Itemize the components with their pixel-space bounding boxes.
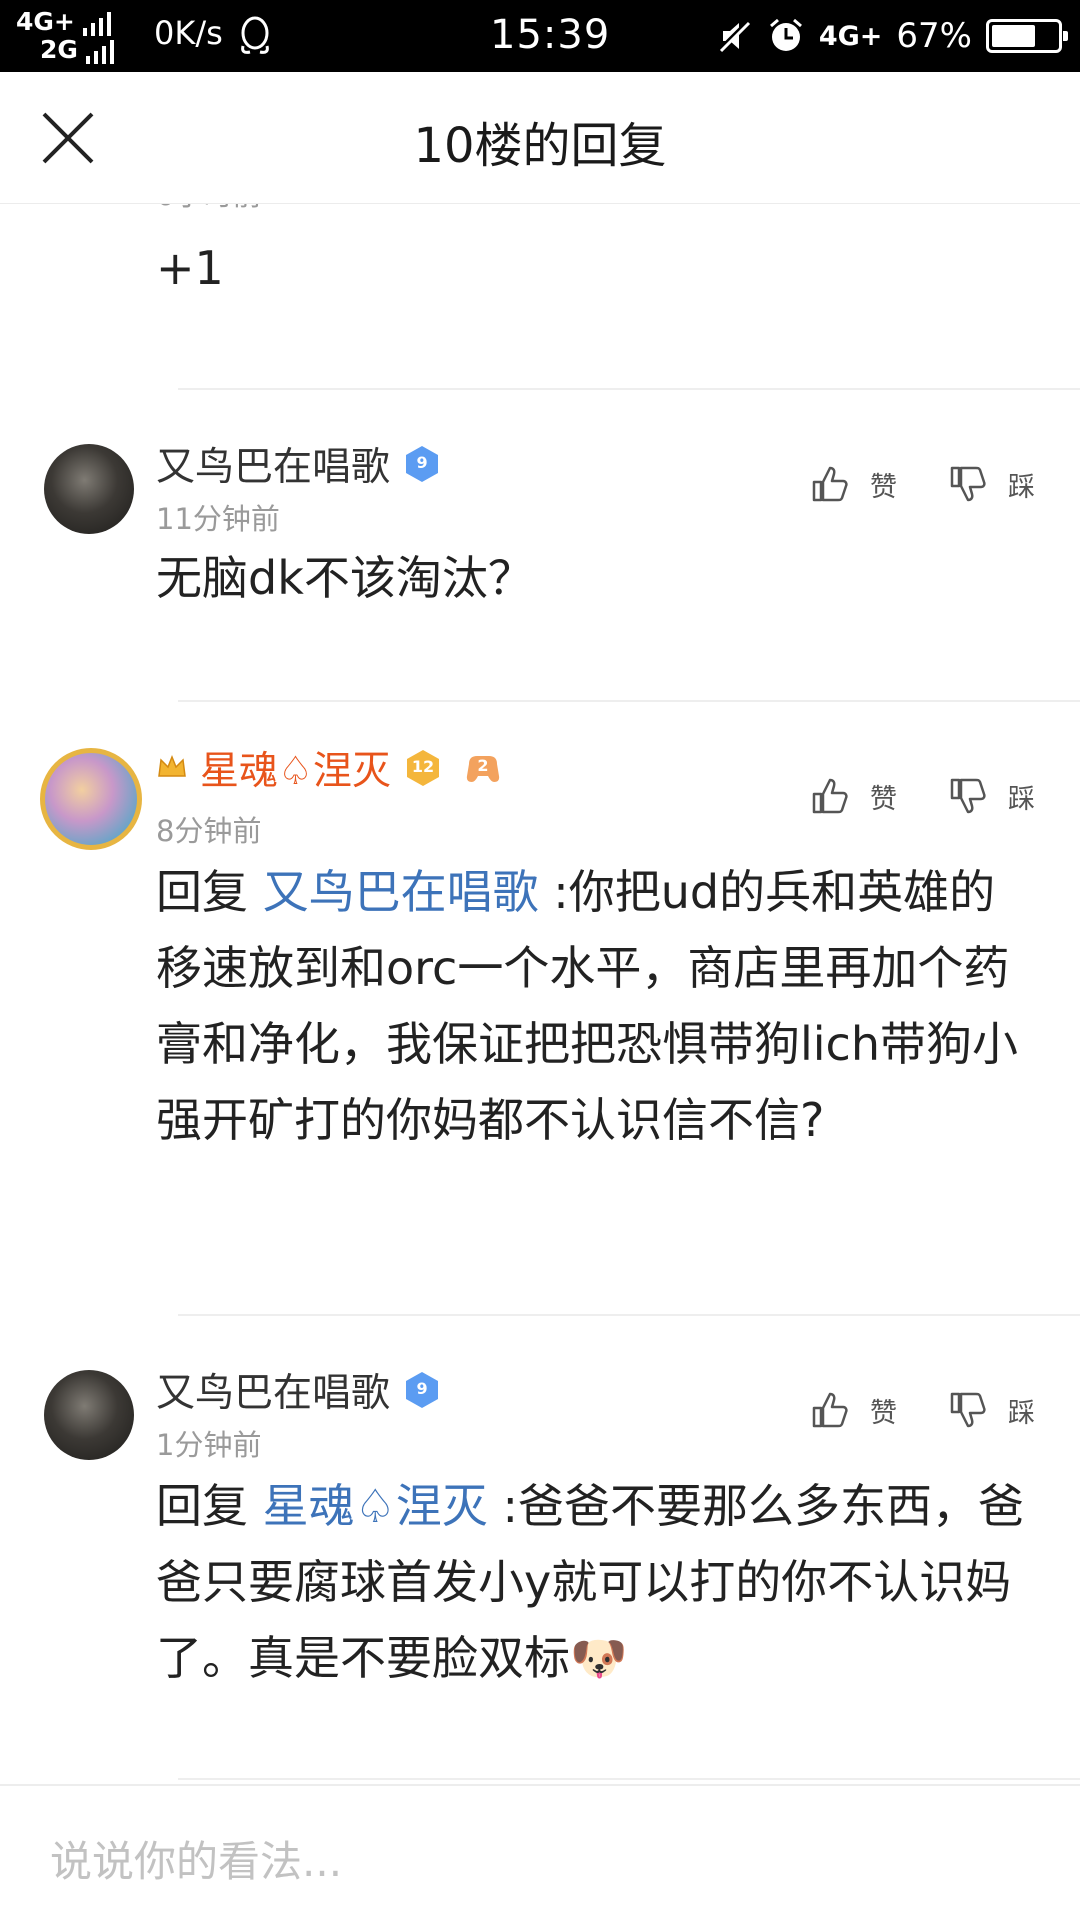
reply-list[interactable]: 6小时前 +1 又鸟巴在唱歌 9 11分钟前 赞 踩 无脑dk不该淘汰？ 星魂 [0, 204, 1080, 1784]
reply-prefix: 回复 [156, 1479, 263, 1533]
page-title: 10楼的回复 [413, 118, 667, 174]
mention-link[interactable]: 星魂♤涅灭 [263, 1479, 488, 1533]
status-icons: 4G+ 67% [715, 14, 1068, 58]
thumb-up-icon [812, 1392, 848, 1428]
level-number: 9 [416, 1379, 428, 1398]
username[interactable]: 又鸟巴在唱歌 [156, 1362, 390, 1418]
like-button[interactable]: 赞 [810, 1390, 897, 1430]
reply-text: 无脑dk不该淘汰？ [156, 551, 534, 605]
dislike-button[interactable]: 踩 [948, 776, 1035, 816]
username[interactable]: 又鸟巴在唱歌 [156, 436, 390, 492]
reply-prefix: 回复 [156, 865, 263, 919]
reply-time: 6小时前 [156, 204, 261, 214]
avatar[interactable] [44, 444, 134, 534]
like-button[interactable]: 赞 [810, 464, 897, 504]
network-type-right: 4G+ [818, 20, 883, 52]
thumb-down-icon [950, 778, 986, 814]
comment-input[interactable]: 说说你的看法... [50, 1828, 342, 1889]
level-number: 9 [416, 453, 428, 472]
like-label: 赞 [870, 783, 897, 815]
reply-item: 又鸟巴在唱歌 9 1分钟前 赞 踩 回复 星魂♤涅灭 :爸爸不要那么多东西，爸爸… [0, 1316, 1080, 1784]
reply-time: 11分钟前 [156, 502, 280, 536]
mute-icon [717, 19, 751, 53]
reply-time: 1分钟前 [156, 1428, 262, 1462]
dislike-button[interactable]: 踩 [948, 464, 1035, 504]
user-row: 星魂♤涅灭 12 2 [156, 740, 503, 796]
reply-time: 8分钟前 [156, 814, 262, 848]
battery-fill [992, 25, 1035, 47]
status-bar: 4G+ 2G 0K/s 15:39 4G+ 67% [0, 0, 1080, 72]
dislike-label: 踩 [1008, 471, 1035, 503]
battery-icon [986, 19, 1068, 53]
signal-bars-icon [82, 12, 111, 36]
level-badge: 12 [403, 748, 443, 788]
level-number: 12 [411, 757, 435, 776]
dislike-button[interactable]: 踩 [948, 1390, 1035, 1430]
user-row: 又鸟巴在唱歌 9 [156, 1362, 442, 1418]
network-speed: 0K/s [154, 14, 223, 52]
thumb-up-icon [812, 466, 848, 502]
crown-icon [158, 754, 186, 777]
thumb-down-icon [950, 1392, 986, 1428]
reply-text: 回复 星魂♤涅灭 :爸爸不要那么多东西，爸爸只要腐球首发小y就可以打的你不认识妈… [156, 1468, 1026, 1696]
network-type-top: 4G+ [16, 7, 75, 36]
divider [178, 1778, 1080, 1780]
reply-text: 回复 又鸟巴在唱歌 :你把ud的兵和英雄的移速放到和orc一个水平，商店里再加个… [156, 854, 1026, 1158]
avatar[interactable] [44, 1370, 134, 1460]
reply-item: 6小时前 +1 [0, 204, 1080, 394]
battery-percent: 67% [896, 16, 972, 56]
level-badge: 9 [402, 1370, 442, 1410]
signal-bars-icon [85, 40, 114, 64]
clock: 15:39 [490, 12, 611, 58]
alarm-icon [769, 18, 802, 51]
network-type-bottom: 2G [40, 35, 78, 64]
thumb-down-icon [950, 466, 986, 502]
reply-item: 星魂♤涅灭 12 2 8分钟前 赞 踩 回复 又鸟巴在唱歌 :你把ud的兵和英雄… [0, 702, 1080, 1342]
badge-number: 2 [477, 756, 489, 775]
dislike-label: 踩 [1008, 783, 1035, 815]
reply-text: +1 [156, 241, 224, 295]
level-badge: 9 [402, 444, 442, 484]
gamepad-badge-icon: 2 [463, 748, 503, 788]
comment-bar: 说说你的看法... [0, 1784, 1080, 1920]
mention-link[interactable]: 又鸟巴在唱歌 [263, 865, 539, 919]
dislike-label: 踩 [1008, 1397, 1035, 1429]
like-label: 赞 [870, 471, 897, 503]
user-row: 又鸟巴在唱歌 9 [156, 436, 442, 492]
network-indicator: 4G+ 2G [16, 8, 136, 68]
like-button[interactable]: 赞 [810, 776, 897, 816]
username[interactable]: 星魂♤涅灭 [200, 740, 391, 796]
qq-penguin-icon [241, 16, 269, 54]
like-label: 赞 [870, 1397, 897, 1429]
avatar[interactable] [40, 748, 142, 850]
thumb-up-icon [812, 778, 848, 814]
header: 10楼的回复 [0, 72, 1080, 204]
